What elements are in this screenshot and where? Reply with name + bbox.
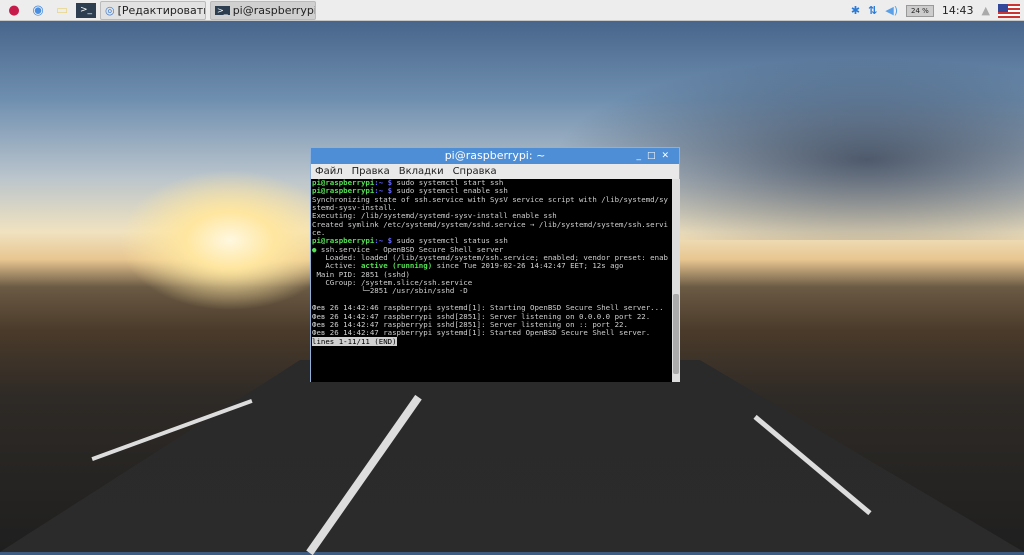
menu-bar: Файл Правка Вкладки Справка bbox=[311, 164, 679, 179]
scrollbar[interactable] bbox=[672, 179, 680, 382]
terminal-icon[interactable]: >_ bbox=[76, 2, 96, 18]
menu-file[interactable]: Файл bbox=[315, 166, 343, 177]
window-titlebar[interactable]: pi@raspberrypi: ~ _□✕ bbox=[311, 148, 679, 164]
maximize-icon[interactable]: □ bbox=[647, 151, 662, 161]
globe-icon[interactable]: ◉ bbox=[28, 1, 48, 19]
terminal-icon: >_ bbox=[215, 5, 230, 15]
menu-help[interactable]: Справка bbox=[453, 166, 497, 177]
pager-status: lines 1-11/11 (END) bbox=[312, 336, 397, 346]
minimize-icon[interactable]: _ bbox=[636, 151, 647, 161]
system-tray: ✱ ⇅ ◀) 24 % 14:43 ▲ bbox=[851, 0, 1024, 21]
terminal-output[interactable]: pi@raspberrypi:~ $ sudo systemctl start … bbox=[311, 179, 672, 382]
terminal-line: └─2851 /usr/sbin/sshd -D bbox=[312, 286, 468, 296]
raspberry-menu-icon[interactable]: ● bbox=[4, 1, 24, 19]
task-browser[interactable]: ◎[Редактировать з... bbox=[100, 0, 206, 20]
terminal-line: lines 1-11/11 (END) bbox=[312, 336, 672, 346]
folder-icon[interactable]: ▭ bbox=[52, 1, 72, 19]
keyboard-layout-flag-icon[interactable] bbox=[998, 3, 1020, 18]
taskbar: ● ◉ ▭ >_ ◎[Редактировать з... >_pi@raspb… bbox=[0, 0, 1024, 21]
cpu-monitor: 24 % bbox=[906, 4, 934, 17]
clock[interactable]: 14:43 bbox=[942, 4, 974, 17]
chromium-icon: ◎ bbox=[105, 3, 115, 17]
bluetooth-icon[interactable]: ✱ bbox=[851, 4, 860, 17]
terminal-line: Created symlink /etc/systemd/system/sshd… bbox=[312, 219, 668, 229]
network-icon[interactable]: ⇅ bbox=[868, 4, 877, 17]
close-icon[interactable]: ✕ bbox=[661, 151, 675, 161]
eject-icon[interactable]: ▲ bbox=[982, 4, 990, 17]
scrollbar-thumb[interactable] bbox=[673, 294, 679, 374]
menu-edit[interactable]: Правка bbox=[352, 166, 390, 177]
sun-glow bbox=[120, 170, 340, 310]
volume-icon[interactable]: ◀) bbox=[885, 4, 898, 17]
menu-tabs[interactable]: Вкладки bbox=[399, 166, 444, 177]
terminal-window: pi@raspberrypi: ~ _□✕ Файл Правка Вкладк… bbox=[310, 147, 680, 382]
task-terminal[interactable]: >_pi@raspberrypi: ~ bbox=[210, 0, 316, 20]
